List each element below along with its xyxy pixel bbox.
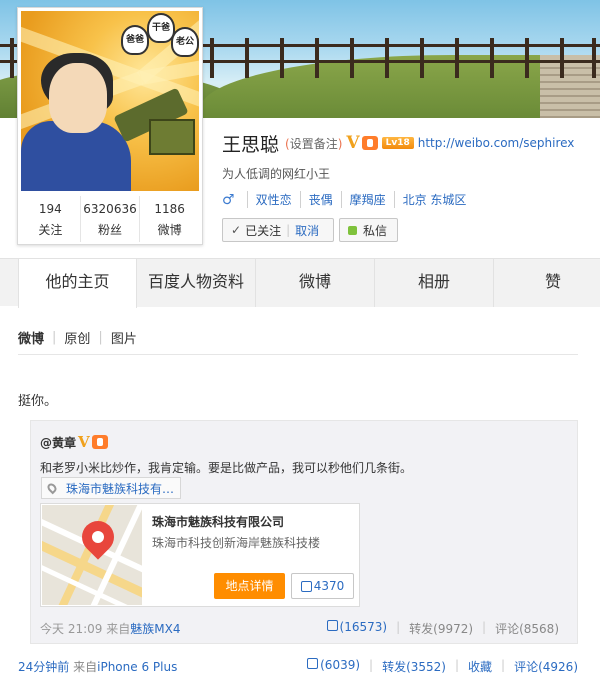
set-note-label: 设置备注 bbox=[289, 136, 338, 151]
post-meta: 24分钟前 来自iPhone 6 Plus bbox=[18, 658, 177, 675]
stat-following-label: 关注 bbox=[38, 223, 63, 237]
tab-baidu-profile[interactable]: 百度人物资料 bbox=[137, 259, 256, 307]
profile-tabbar: 他的主页 百度人物资料 微博 相册 赞 bbox=[0, 258, 600, 308]
place-card[interactable]: 珠海市魅族科技有限公司 珠海市科技创新海岸魅族科技楼 地点详情 4370 bbox=[40, 503, 360, 607]
tab-home[interactable]: 他的主页 bbox=[18, 259, 137, 308]
avatar-ghost-3: 老公 bbox=[171, 27, 199, 57]
tag-location[interactable]: 北京 东城区 bbox=[393, 191, 475, 208]
post-text: 挺你。 bbox=[18, 394, 58, 409]
repost-forward-button[interactable]: 转发(9972) bbox=[409, 620, 473, 637]
feed-subnav: 微博 | 原创 | 图片 bbox=[18, 328, 137, 347]
stat-weibo-label: 微博 bbox=[157, 223, 182, 237]
follow-separator: | bbox=[286, 223, 291, 237]
verified-v-icon: V bbox=[78, 433, 90, 451]
unfollow-link[interactable]: 取消 bbox=[295, 222, 319, 239]
subnav-original[interactable]: 原创 bbox=[64, 328, 90, 347]
profile-name: 王思聪 bbox=[222, 133, 280, 156]
subnav-weibo[interactable]: 微博 bbox=[18, 328, 44, 347]
verified-v-icon: V bbox=[346, 133, 360, 153]
repost-time[interactable]: 今天 21:09 bbox=[40, 622, 102, 636]
post-forward-button[interactable]: 转发(3552) bbox=[382, 658, 446, 675]
location-pin-icon bbox=[45, 481, 59, 495]
place-like-count: 4370 bbox=[313, 579, 345, 593]
set-note-link[interactable]: (设置备注) bbox=[285, 135, 342, 152]
repost-from-prefix: 来自 bbox=[106, 622, 131, 636]
gender-male-icon: ♂ bbox=[222, 191, 235, 208]
member-icon[interactable] bbox=[361, 136, 378, 150]
repost-like-count: (16573) bbox=[339, 620, 388, 634]
repost-text: 和老罗小米比炒作，我肯定输。要是比做产品，我可以秒他们几条街。 bbox=[40, 461, 413, 475]
private-message-label: 私信 bbox=[363, 223, 388, 238]
action-separator: | bbox=[396, 620, 401, 634]
tab-album[interactable]: 相册 bbox=[375, 259, 494, 307]
action-separator: | bbox=[482, 620, 487, 634]
location-chip[interactable]: 珠海市魅族科技有… bbox=[41, 477, 181, 499]
subnav-divider: | bbox=[98, 330, 103, 345]
private-message-button[interactable]: 私信 bbox=[339, 218, 398, 242]
post-like-button[interactable]: (6039) bbox=[307, 658, 360, 675]
location-chip-label: 珠海市魅族科技有… bbox=[66, 481, 175, 496]
stat-fans-num: 6320636 bbox=[83, 202, 137, 216]
profile-tags: ♂ 双性恋 丧偶 摩羯座 北京 东城区 bbox=[222, 191, 474, 208]
avatar[interactable]: 爸爸 干爸 老公 bbox=[21, 11, 199, 191]
stat-following-num: 194 bbox=[38, 202, 62, 216]
tag-zodiac[interactable]: 摩羯座 bbox=[340, 191, 394, 208]
repost-source[interactable]: 魅族MX4 bbox=[130, 622, 180, 636]
post-actions: (6039) | 转发(3552) | 收藏 | 评论(4926) bbox=[307, 658, 578, 675]
action-separator: | bbox=[501, 658, 506, 672]
profile-url-link[interactable]: http://weibo.com/sephirex bbox=[418, 136, 575, 150]
profile-name-row: 王思聪 (设置备注) V Lv18 http://weibo.com/sephi… bbox=[222, 131, 575, 156]
check-icon: ✓ bbox=[231, 223, 242, 237]
stat-weibo[interactable]: 1186 微博 bbox=[140, 196, 199, 242]
tag-orientation[interactable]: 双性恋 bbox=[246, 191, 300, 208]
profile-bio: 为人低调的网红小王 bbox=[222, 167, 331, 181]
thumb-up-icon bbox=[300, 580, 312, 592]
subnav-divider-line bbox=[18, 354, 578, 355]
repost-comment-button[interactable]: 评论(8568) bbox=[495, 620, 559, 637]
repost-actions: (16573) | 转发(9972) | 评论(8568) bbox=[326, 620, 559, 637]
post-time[interactable]: 24分钟前 bbox=[18, 660, 69, 674]
action-separator: | bbox=[369, 658, 374, 672]
subnav-pictures[interactable]: 图片 bbox=[111, 328, 137, 347]
avatar-ghost-1: 爸爸 bbox=[121, 25, 149, 55]
place-like-button[interactable]: 4370 bbox=[291, 573, 354, 599]
message-icon bbox=[348, 225, 357, 235]
map-thumbnail[interactable] bbox=[42, 505, 142, 605]
profile-stats: 194 关注 6320636 粉丝 1186 微博 bbox=[21, 196, 199, 242]
stat-fans[interactable]: 6320636 粉丝 bbox=[81, 196, 141, 242]
followed-label: 已关注 bbox=[245, 223, 282, 238]
place-address: 珠海市科技创新海岸魅族科技楼 bbox=[152, 536, 321, 550]
repost-author-row: @黄章 V bbox=[40, 433, 108, 451]
post-comment-button[interactable]: 评论(4926) bbox=[514, 658, 578, 675]
post-like-count: (6039) bbox=[320, 658, 361, 672]
post-from-prefix: 来自 bbox=[73, 660, 98, 674]
repost-author-link[interactable]: @黄章 bbox=[40, 434, 76, 451]
member-icon[interactable] bbox=[91, 435, 108, 449]
place-name[interactable]: 珠海市魅族科技有限公司 bbox=[152, 513, 284, 530]
tag-marital[interactable]: 丧偶 bbox=[299, 191, 341, 208]
tab-weibo[interactable]: 微博 bbox=[256, 259, 375, 307]
action-separator: | bbox=[454, 658, 460, 672]
thumb-up-icon bbox=[326, 620, 338, 631]
place-detail-button[interactable]: 地点详情 bbox=[214, 573, 285, 599]
tab-likes[interactable]: 赞 bbox=[494, 259, 600, 307]
followed-button[interactable]: ✓ 已关注 | 取消 bbox=[222, 218, 334, 242]
stat-following[interactable]: 194 关注 bbox=[21, 196, 81, 242]
post-favorite-button[interactable]: 收藏 bbox=[468, 658, 492, 675]
subnav-divider: | bbox=[52, 330, 57, 345]
level-badge[interactable]: Lv18 bbox=[381, 137, 414, 149]
avatar-card: 爸爸 干爸 老公 194 关注 6320636 粉丝 1186 微博 bbox=[17, 7, 203, 245]
repost-meta: 今天 21:09 来自魅族MX4 bbox=[40, 620, 180, 637]
repost-like-button[interactable]: (16573) bbox=[326, 620, 388, 637]
post-source[interactable]: iPhone 6 Plus bbox=[97, 660, 177, 674]
stat-weibo-num: 1186 bbox=[154, 202, 185, 216]
thumb-up-icon bbox=[307, 658, 319, 669]
repost-card: @黄章 V 和老罗小米比炒作，我肯定输。要是比做产品，我可以秒他们几条街。 珠海… bbox=[30, 420, 578, 644]
stat-fans-label: 粉丝 bbox=[98, 223, 123, 237]
